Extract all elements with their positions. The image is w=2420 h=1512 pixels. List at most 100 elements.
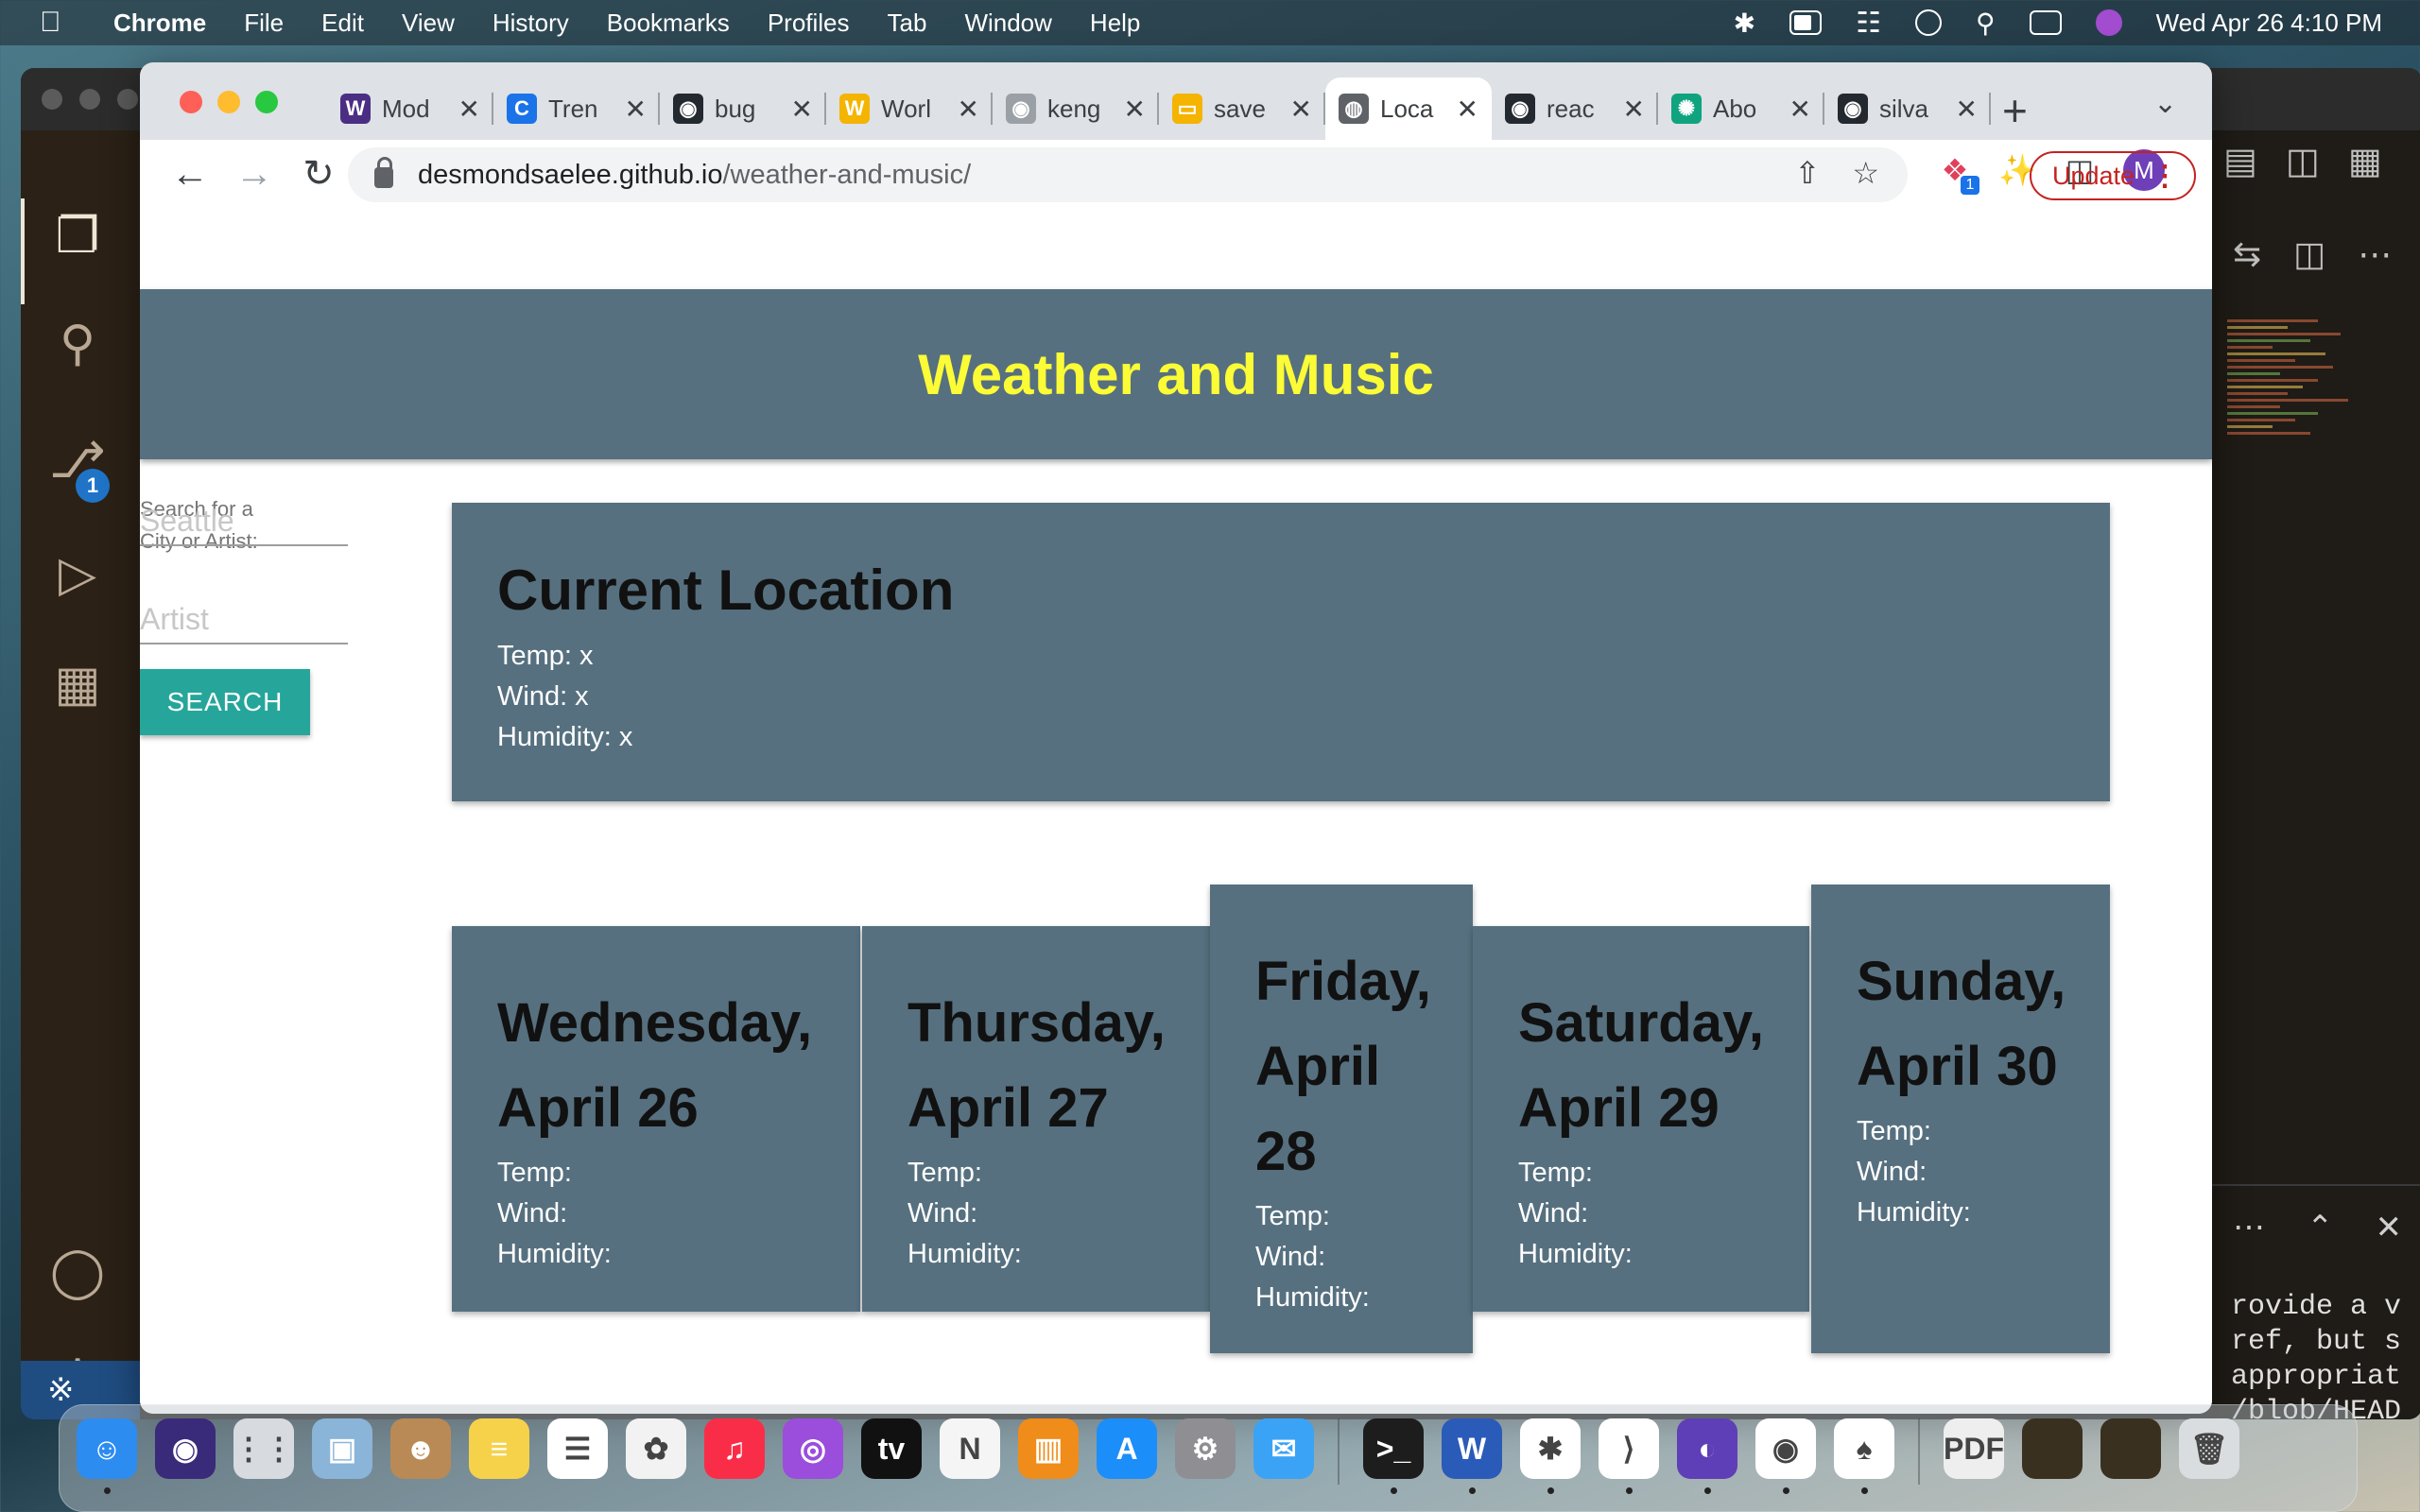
close-tab-icon[interactable]: ✕ — [1290, 94, 1312, 125]
reload-button[interactable]: ↻ — [289, 146, 348, 204]
search-button[interactable]: SEARCH — [140, 669, 310, 735]
close-tab-icon[interactable]: ✕ — [791, 94, 813, 125]
reminders-icon[interactable]: ☰ — [547, 1418, 608, 1479]
finder-icon[interactable]: ☺ — [77, 1418, 137, 1494]
slack-icon[interactable]: ✱ — [1520, 1418, 1581, 1494]
close-tab-icon[interactable]: ✕ — [1457, 94, 1478, 125]
apple-tv-icon[interactable]: tv — [861, 1418, 922, 1479]
search-icon[interactable]: ⚲ — [49, 316, 106, 372]
address-bar[interactable]: desmondsaelee.github.io/weather-and-musi… — [348, 147, 1908, 202]
lock-icon[interactable] — [374, 157, 393, 188]
artist-search-input[interactable] — [140, 595, 348, 644]
minimized-window-icon[interactable] — [2022, 1418, 2083, 1479]
control-center-icon[interactable] — [2029, 10, 2062, 35]
toggle-panel-icon[interactable]: ▤ — [2223, 140, 2257, 182]
menu-help[interactable]: Help — [1090, 9, 1140, 38]
account-icon[interactable]: ◯ — [49, 1244, 106, 1300]
close-window-button[interactable] — [180, 91, 202, 113]
wifi-icon[interactable]: ☷ — [1856, 7, 1881, 40]
tab-search-chevron-icon[interactable]: ⌄ — [2153, 87, 2177, 120]
terminal-icon[interactable]: >_ — [1363, 1418, 1424, 1494]
explorer-icon[interactable]: ❐ — [49, 208, 106, 265]
split-editor-icon[interactable]: ◫ — [2293, 234, 2325, 274]
menu-tab[interactable]: Tab — [888, 9, 927, 38]
launchpad-icon[interactable]: ⋮⋮ — [233, 1418, 294, 1479]
chrome-icon[interactable]: ◉ — [1755, 1418, 1816, 1494]
mongodb-icon[interactable]: ♠ — [1834, 1418, 1894, 1494]
spotlight-search-icon[interactable]: ⚲ — [1976, 8, 1996, 39]
chrome-menu-icon[interactable]: ⋮ — [2151, 160, 2179, 193]
city-search-input[interactable] — [140, 497, 348, 546]
podcasts-icon[interactable]: ◎ — [783, 1418, 843, 1479]
menu-history[interactable]: History — [493, 9, 569, 38]
compare-changes-icon[interactable]: ⇆ — [2233, 234, 2261, 274]
close-tab-icon[interactable]: ✕ — [1623, 94, 1645, 125]
browser-tab[interactable]: ▭ save ✕ — [1159, 77, 1325, 140]
tor-browser-icon[interactable]: ◐ — [1677, 1418, 1737, 1494]
time-machine-icon[interactable] — [1915, 9, 1943, 36]
news-icon[interactable]: N — [940, 1418, 1000, 1479]
minimized-window-icon[interactable] — [2100, 1418, 2161, 1479]
music-icon[interactable]: ♫ — [704, 1418, 765, 1479]
photos-icon[interactable]: ✿ — [626, 1418, 686, 1479]
close-tab-icon[interactable]: ✕ — [1956, 94, 1978, 125]
battery-icon[interactable] — [1789, 10, 1823, 35]
browser-tab[interactable]: W Mod ✕ — [327, 77, 493, 140]
notes-icon[interactable]: ≡ — [469, 1418, 529, 1479]
customize-layout-icon[interactable]: ▦ — [2348, 140, 2382, 182]
browser-tab[interactable]: ✺ Abo ✕ — [1658, 77, 1824, 140]
menu-profiles[interactable]: Profiles — [768, 9, 850, 38]
vscode-icon[interactable]: ⟩ — [1599, 1418, 1659, 1494]
mail-icon[interactable]: ✉ — [1253, 1418, 1314, 1479]
close-tab-icon[interactable]: ✕ — [625, 94, 647, 125]
more-actions-icon[interactable]: ⋯ — [2358, 234, 2392, 274]
update-button[interactable]: Update ⋮ — [2030, 151, 2196, 200]
trash-icon[interactable]: 🗑 — [2179, 1418, 2239, 1479]
bluetooth-icon[interactable]: ✱ — [1734, 8, 1755, 39]
contacts-icon[interactable]: ☻ — [390, 1418, 451, 1479]
close-tab-icon[interactable]: ✕ — [958, 94, 979, 125]
browser-tab[interactable]: ◉ reac ✕ — [1492, 77, 1658, 140]
menu-edit[interactable]: Edit — [321, 9, 364, 38]
browser-tab[interactable]: ◍ Loca ✕ — [1325, 77, 1492, 140]
menu-app-name[interactable]: Chrome — [113, 9, 206, 38]
browser-tab[interactable]: ◉ bug ✕ — [660, 77, 826, 140]
minimize-window-button[interactable] — [217, 91, 240, 113]
extension-badge-icon[interactable]: ❖ 1 — [1936, 151, 1979, 195]
close-tab-icon[interactable]: ✕ — [1789, 94, 1811, 125]
extensions-icon[interactable]: ▦ — [49, 656, 106, 713]
app-store-icon[interactable]: A — [1097, 1418, 1157, 1479]
apple-menu-icon[interactable]:  — [40, 7, 76, 39]
close-tab-icon[interactable]: ✕ — [458, 94, 480, 125]
share-icon[interactable]: ⇧ — [1795, 155, 1821, 191]
siri-menu-icon[interactable] — [2095, 9, 2122, 36]
panel-more-icon[interactable]: ⋯ — [2233, 1209, 2265, 1246]
maximize-panel-icon[interactable]: ⌃ — [2307, 1209, 2334, 1246]
browser-tab[interactable]: W Worl ✕ — [826, 77, 993, 140]
menu-clock[interactable]: Wed Apr 26 4:10 PM — [2156, 9, 2382, 38]
bookmark-star-icon[interactable]: ☆ — [1852, 155, 1879, 191]
system-settings-icon[interactable]: ⚙ — [1175, 1418, 1236, 1479]
pdf-file-icon[interactable]: PDF — [1944, 1418, 2004, 1479]
minimap[interactable] — [2227, 319, 2378, 556]
close-tab-icon[interactable]: ✕ — [1124, 94, 1146, 125]
new-tab-button[interactable]: + — [2002, 85, 2028, 136]
browser-tab[interactable]: ◉ keng ✕ — [993, 77, 1159, 140]
back-button[interactable]: ← — [161, 146, 219, 204]
zoom-window-button[interactable] — [255, 91, 278, 113]
forward-button[interactable]: → — [225, 146, 284, 204]
menu-bookmarks[interactable]: Bookmarks — [607, 9, 730, 38]
terminal-panel[interactable]: ⋯ ⌃ ✕ rovide a v ref, but s appropriat/blo… — [2204, 1184, 2420, 1419]
close-panel-icon[interactable]: ✕ — [2376, 1209, 2403, 1246]
siri-icon[interactable]: ◉ — [155, 1418, 216, 1479]
menu-view[interactable]: View — [402, 9, 455, 38]
run-debug-icon[interactable]: ▷ — [49, 546, 106, 603]
preview-icon[interactable]: ▣ — [312, 1418, 372, 1479]
browser-tab[interactable]: C Tren ✕ — [493, 77, 660, 140]
word-icon[interactable]: W — [1442, 1418, 1502, 1494]
menu-file[interactable]: File — [244, 9, 284, 38]
books-icon[interactable]: ▥ — [1018, 1418, 1079, 1479]
menu-window[interactable]: Window — [964, 9, 1051, 38]
toggle-sidebar-icon[interactable]: ◫ — [2286, 140, 2320, 182]
browser-tab[interactable]: ◉ silva ✕ — [1824, 77, 1991, 140]
